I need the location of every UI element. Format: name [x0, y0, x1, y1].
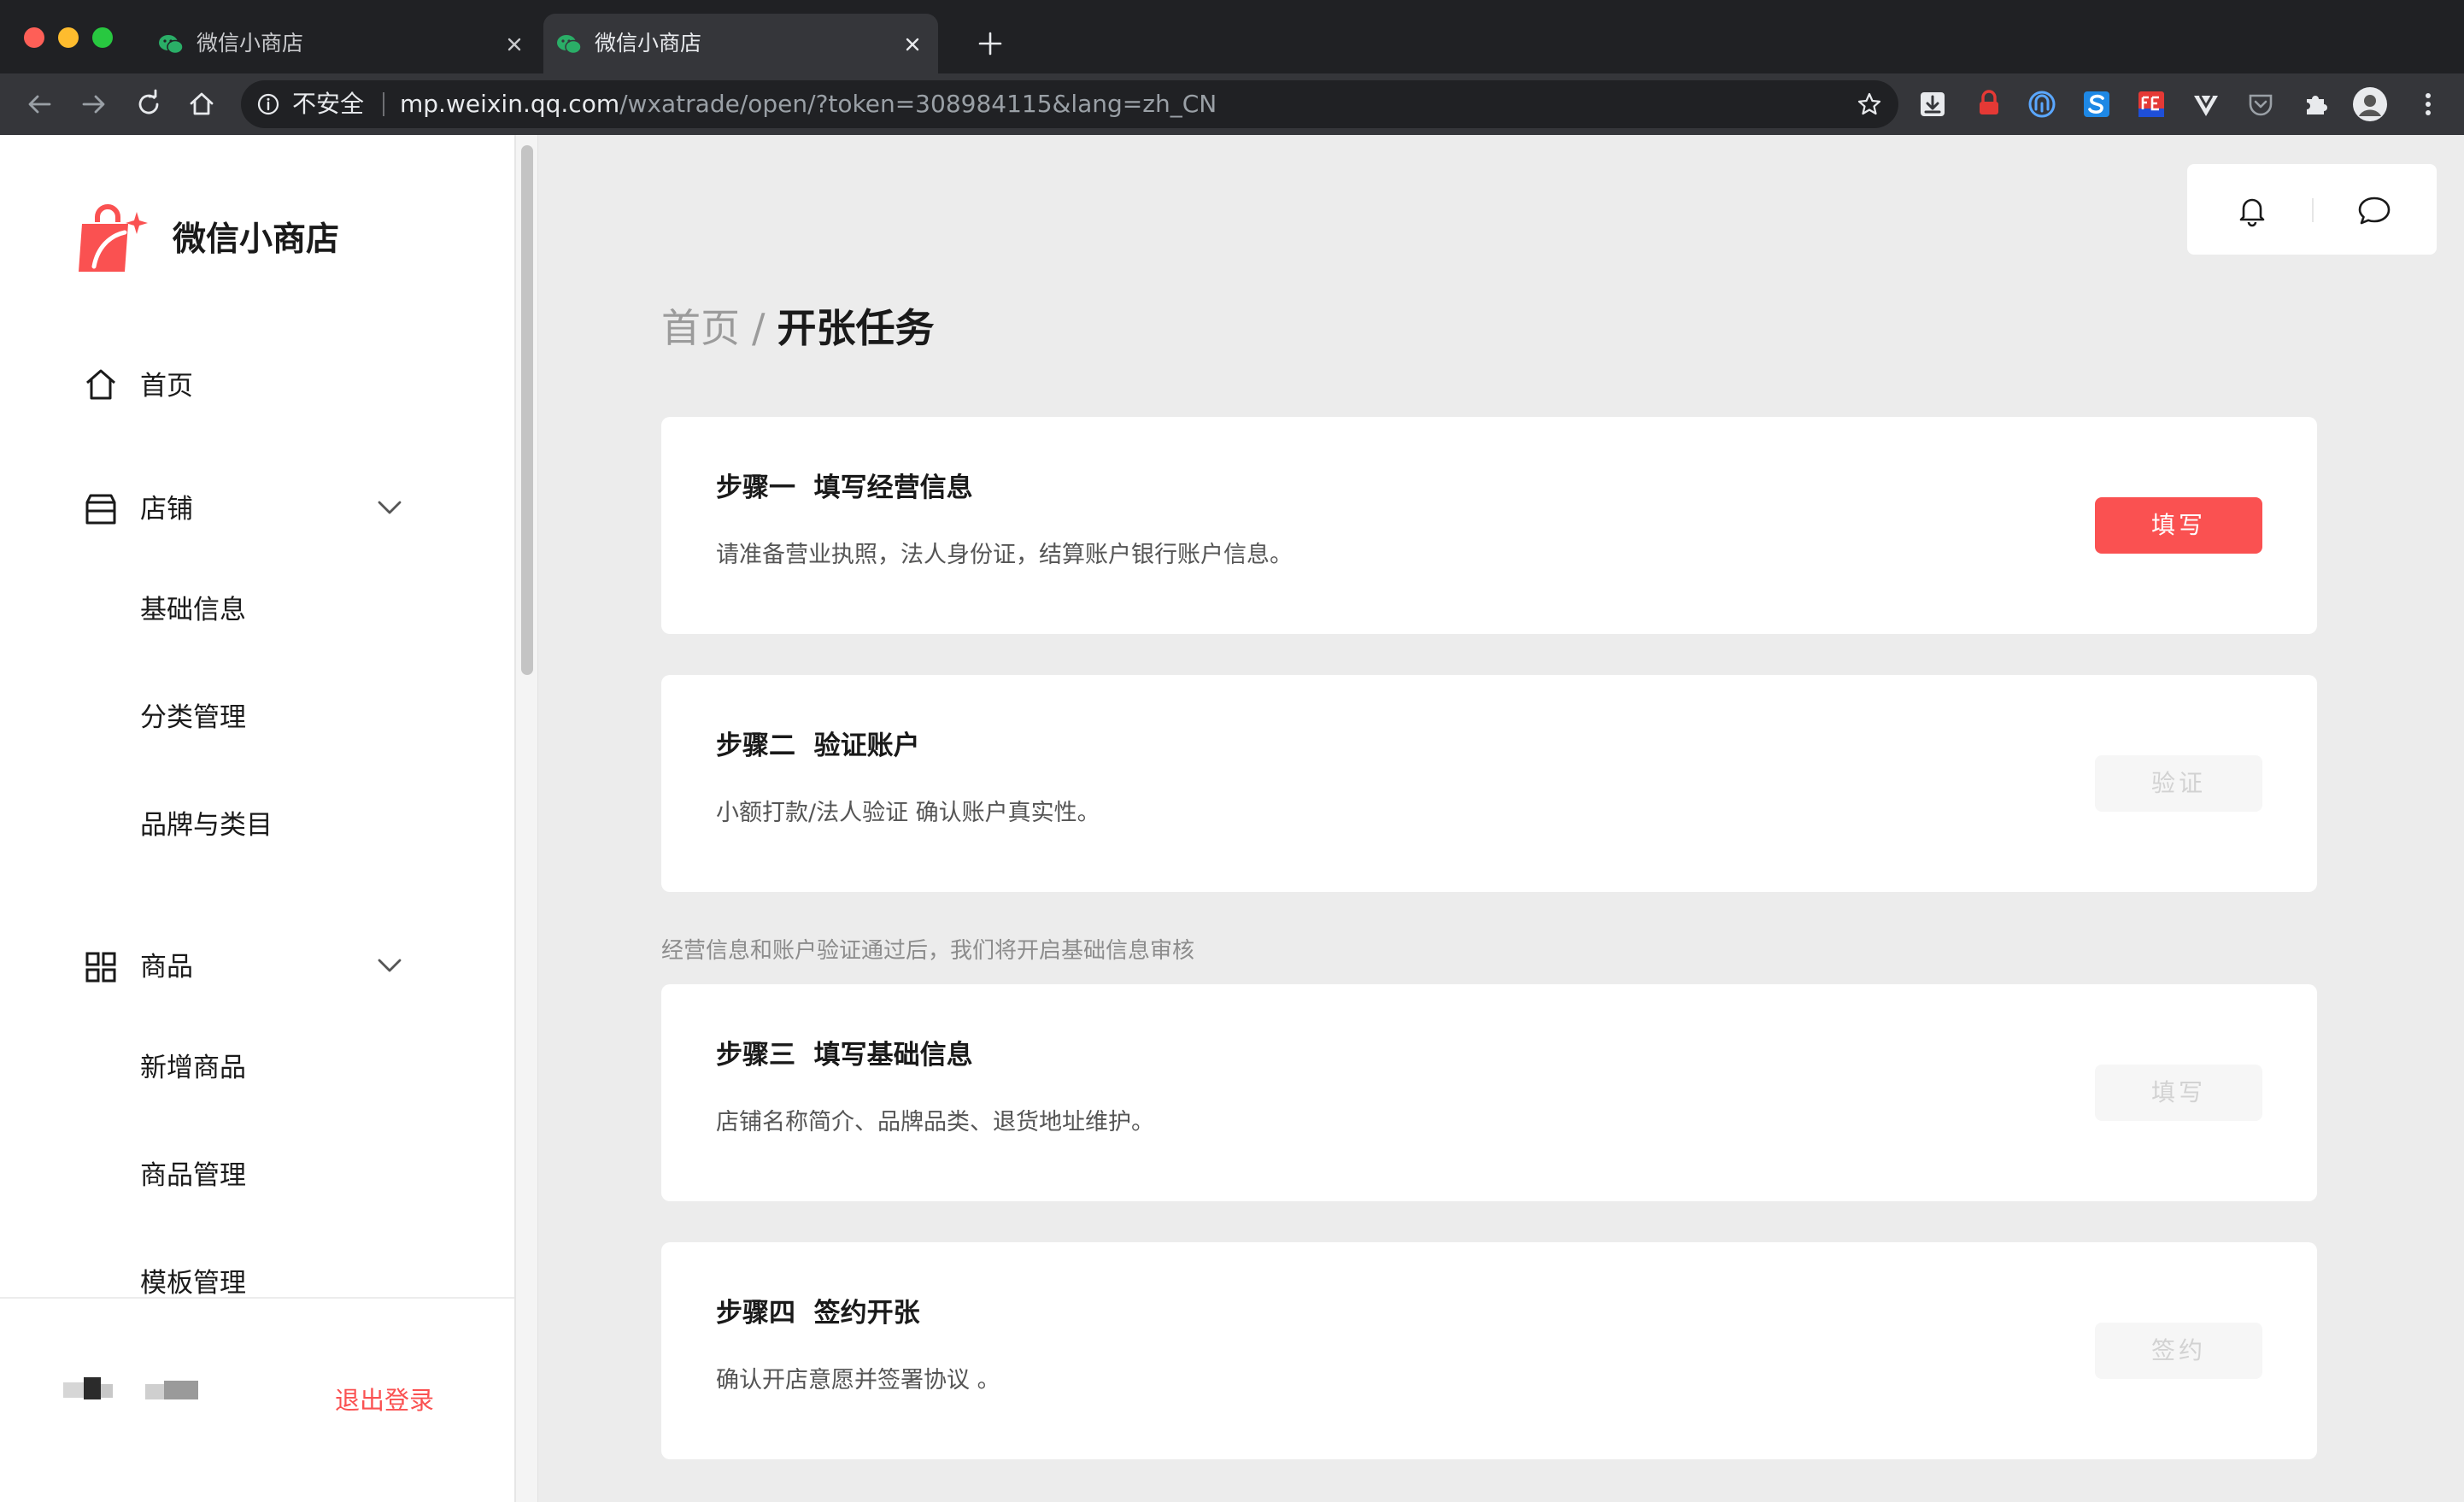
- browser-tab-bar: 微信小商店 微信小商店: [0, 0, 2464, 73]
- info-icon[interactable]: [256, 92, 280, 116]
- fill-basic-info-button[interactable]: 填写: [2095, 1065, 2262, 1121]
- step-title: 步骤二 验证账户: [716, 730, 920, 761]
- lock-extension-icon[interactable]: [1972, 87, 2006, 121]
- url-path: /wxatrade/open/?token=308984115&lang=zh_…: [619, 90, 1217, 118]
- sidebar-item-product-management[interactable]: 商品管理: [140, 1159, 246, 1193]
- sidebar-item-basic-info[interactable]: 基础信息: [140, 593, 246, 627]
- network-extension-icon[interactable]: [2025, 87, 2059, 121]
- more-menu-icon[interactable]: [2411, 87, 2445, 121]
- wechat-favicon-icon: [159, 35, 184, 55]
- address-bar[interactable]: 不安全 mp.weixin.qq.com/wxatrade/open/?toke…: [241, 80, 1898, 128]
- step-description: 店铺名称简介、品牌品类、退货地址维护。: [716, 1109, 1154, 1135]
- vue-devtools-extension-icon[interactable]: [2189, 87, 2223, 121]
- wechat-favicon-icon: [557, 35, 582, 55]
- bell-icon[interactable]: [2235, 193, 2269, 227]
- avatar[interactable]: [63, 1376, 208, 1401]
- grid-icon: [85, 952, 116, 983]
- extensions-puzzle-icon[interactable]: [2298, 87, 2332, 121]
- chevron-down-icon[interactable]: [374, 492, 405, 523]
- back-icon[interactable]: [21, 85, 58, 123]
- step-title: 步骤四 签约开张: [716, 1298, 920, 1329]
- close-icon[interactable]: [899, 31, 926, 58]
- s-extension-icon[interactable]: [2080, 87, 2114, 121]
- reload-icon[interactable]: [130, 85, 167, 123]
- sign-contract-button[interactable]: 签约: [2095, 1323, 2262, 1379]
- home-icon: [86, 369, 115, 400]
- browser-tab-2[interactable]: 微信小商店: [543, 14, 938, 73]
- sidebar: 微信小商店 首页 店铺 基础信息 分类管理 品牌与类目 商品 新增商品 商品管理…: [0, 135, 516, 1502]
- bookmark-star-icon[interactable]: [1856, 91, 1883, 118]
- fill-business-info-button[interactable]: 填写: [2095, 497, 2262, 554]
- sidebar-item-label: 商品: [140, 952, 193, 983]
- brand-name: 微信小商店: [173, 220, 340, 259]
- chat-bubble-icon[interactable]: [2356, 193, 2392, 229]
- browser-tab-1[interactable]: 微信小商店: [145, 14, 540, 73]
- sidebar-scrollbar-thumb[interactable]: [521, 145, 533, 675]
- notification-toolbar: [2187, 164, 2437, 255]
- close-icon[interactable]: [501, 31, 528, 58]
- step-card-4: 步骤四 签约开张 确认开店意愿并签署协议 。 签约: [661, 1242, 2317, 1459]
- chevron-down-icon[interactable]: [374, 950, 405, 981]
- new-tab-icon[interactable]: [976, 29, 1005, 58]
- review-note: 经营信息和账户验证通过后，我们将开启基础信息审核: [661, 938, 1195, 964]
- breadcrumb-separator: /: [752, 305, 766, 351]
- step-card-3: 步骤三 填写基础信息 店铺名称简介、品牌品类、退货地址维护。 填写: [661, 984, 2317, 1201]
- pocket-extension-icon[interactable]: [2244, 87, 2278, 121]
- window-zoom-button[interactable]: [92, 27, 113, 48]
- step-title: 步骤一 填写经营信息: [716, 472, 973, 503]
- page-title: 开张任务: [777, 305, 935, 351]
- url-text[interactable]: mp.weixin.qq.com/wxatrade/open/?token=30…: [400, 89, 1217, 120]
- omnibox-divider: [383, 92, 384, 116]
- breadcrumb: 首页 / 开张任务: [661, 302, 935, 354]
- profile-avatar-icon[interactable]: [2351, 85, 2389, 123]
- step-description: 确认开店意愿并签署协议 。: [716, 1367, 1000, 1393]
- sidebar-item-template-management[interactable]: 模板管理: [140, 1266, 246, 1300]
- verify-account-button[interactable]: 验证: [2095, 755, 2262, 812]
- sidebar-footer: 退出登录: [0, 1297, 514, 1478]
- breadcrumb-home[interactable]: 首页: [661, 305, 740, 351]
- tab-title: 微信小商店: [595, 31, 702, 56]
- url-host: mp.weixin.qq.com: [400, 90, 620, 118]
- toolbar-divider: [2312, 198, 2314, 222]
- home-icon[interactable]: [183, 85, 220, 123]
- fe-extension-icon[interactable]: [2134, 87, 2168, 121]
- sidebar-item-category-management[interactable]: 分类管理: [140, 701, 246, 735]
- forward-icon[interactable]: [75, 85, 113, 123]
- sidebar-item-label: 店铺: [140, 494, 193, 525]
- browser-toolbar: 不安全 mp.weixin.qq.com/wxatrade/open/?toke…: [0, 73, 2464, 202]
- window-close-button[interactable]: [24, 27, 44, 48]
- download-extension-icon[interactable]: [1915, 87, 1950, 121]
- window-minimize-button[interactable]: [58, 27, 79, 48]
- security-label: 不安全: [292, 90, 365, 118]
- store-icon: [85, 494, 116, 525]
- step-description: 请准备营业执照，法人身份证，结算账户银行账户信息。: [716, 542, 1293, 568]
- step-description: 小额打款/法人验证 确认账户真实性。: [716, 800, 1100, 826]
- sidebar-item-label: 首页: [140, 371, 193, 402]
- step-card-2: 步骤二 验证账户 小额打款/法人验证 确认账户真实性。 验证: [661, 675, 2317, 892]
- tab-title: 微信小商店: [197, 31, 304, 56]
- main-content: 首页 / 开张任务 步骤一 填写经营信息 请准备营业执照，法人身份证，结算账户银行账…: [538, 135, 2464, 1502]
- sidebar-item-brand-category[interactable]: 品牌与类目: [140, 808, 273, 842]
- shop-bag-logo-icon: [79, 204, 148, 272]
- step-title: 步骤三 填写基础信息: [716, 1040, 973, 1071]
- step-card-1: 步骤一 填写经营信息 请准备营业执照，法人身份证，结算账户银行账户信息。 填写: [661, 417, 2317, 634]
- sidebar-item-add-product[interactable]: 新增商品: [140, 1051, 246, 1085]
- logout-link[interactable]: 退出登录: [335, 1384, 434, 1417]
